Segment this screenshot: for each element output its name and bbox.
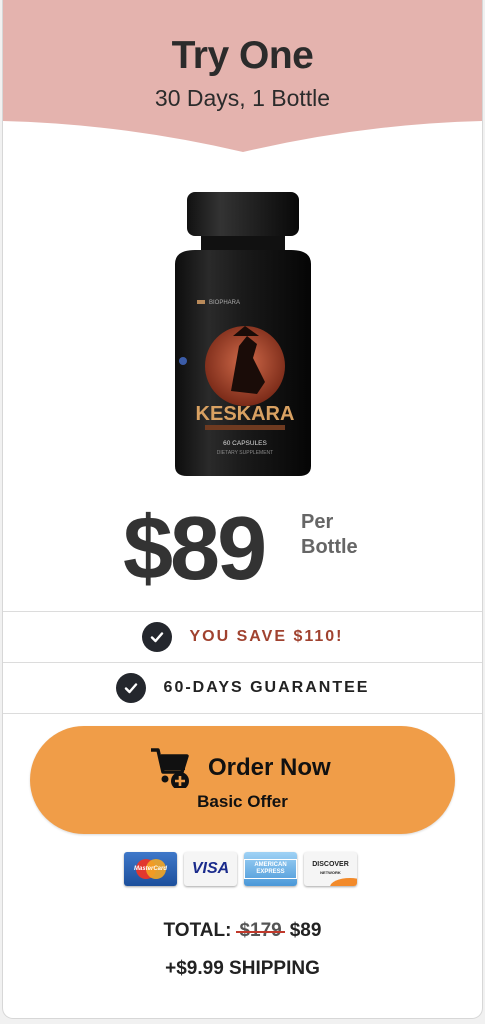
payment-methods: MasterCard VISA AMERICAN EXPRESS DISCOVE… <box>124 852 357 886</box>
amex-icon: AMERICAN EXPRESS <box>244 852 297 886</box>
total-new-price: $89 <box>289 920 322 941</box>
check-circle-icon <box>115 673 146 703</box>
offer-subtitle: 30 Days, 1 Bottle <box>154 85 331 111</box>
order-now-sublabel: Basic Offer <box>197 792 288 811</box>
price-unit-label: Bottle <box>301 536 358 558</box>
mastercard-icon: MasterCard <box>124 852 177 886</box>
total-label: TOTAL: <box>163 920 232 941</box>
price-per-label: Per <box>301 511 334 533</box>
svg-text:DIETARY SUPPLEMENT: DIETARY SUPPLEMENT <box>217 450 273 456</box>
order-total: TOTAL: $179 $89 <box>3 920 482 942</box>
cart-plus-icon <box>149 746 193 793</box>
price-amount: $89 <box>123 499 267 599</box>
product-name: KESKARA <box>196 403 295 425</box>
visa-icon: VISA <box>184 852 237 886</box>
benefit-guarantee: 60-DAYS GUARANTEE <box>3 662 482 714</box>
benefit-savings-text: YOU SAVE $110! <box>189 628 344 645</box>
offer-title: Try One <box>171 34 314 77</box>
check-circle-icon <box>141 622 172 652</box>
offer-card: Try One 30 Days, 1 Bottle BIOPHARA KESKA… <box>3 0 482 1018</box>
total-old-price: $179 <box>239 920 282 941</box>
header-background <box>3 0 482 152</box>
svg-text:BIOPHARA: BIOPHARA <box>209 300 240 306</box>
shipping-cost: +$9.99 SHIPPING <box>165 958 320 979</box>
benefit-guarantee-text: 60-DAYS GUARANTEE <box>163 679 370 696</box>
order-now-label: Order Now <box>208 754 331 781</box>
order-now-button[interactable]: Order Now Basic Offer <box>30 726 455 834</box>
offer-header: Try One 30 Days, 1 Bottle <box>3 0 482 160</box>
product-bottle-image: BIOPHARA KESKARA 60 CAPSULES DIETARY SUP… <box>161 186 331 478</box>
benefit-savings: YOU SAVE $110! <box>3 611 482 662</box>
svg-text:60 CAPSULES: 60 CAPSULES <box>223 440 267 447</box>
price-unit: Per Bottle <box>301 510 358 560</box>
discover-icon: DISCOVER NETWORK <box>304 852 357 886</box>
